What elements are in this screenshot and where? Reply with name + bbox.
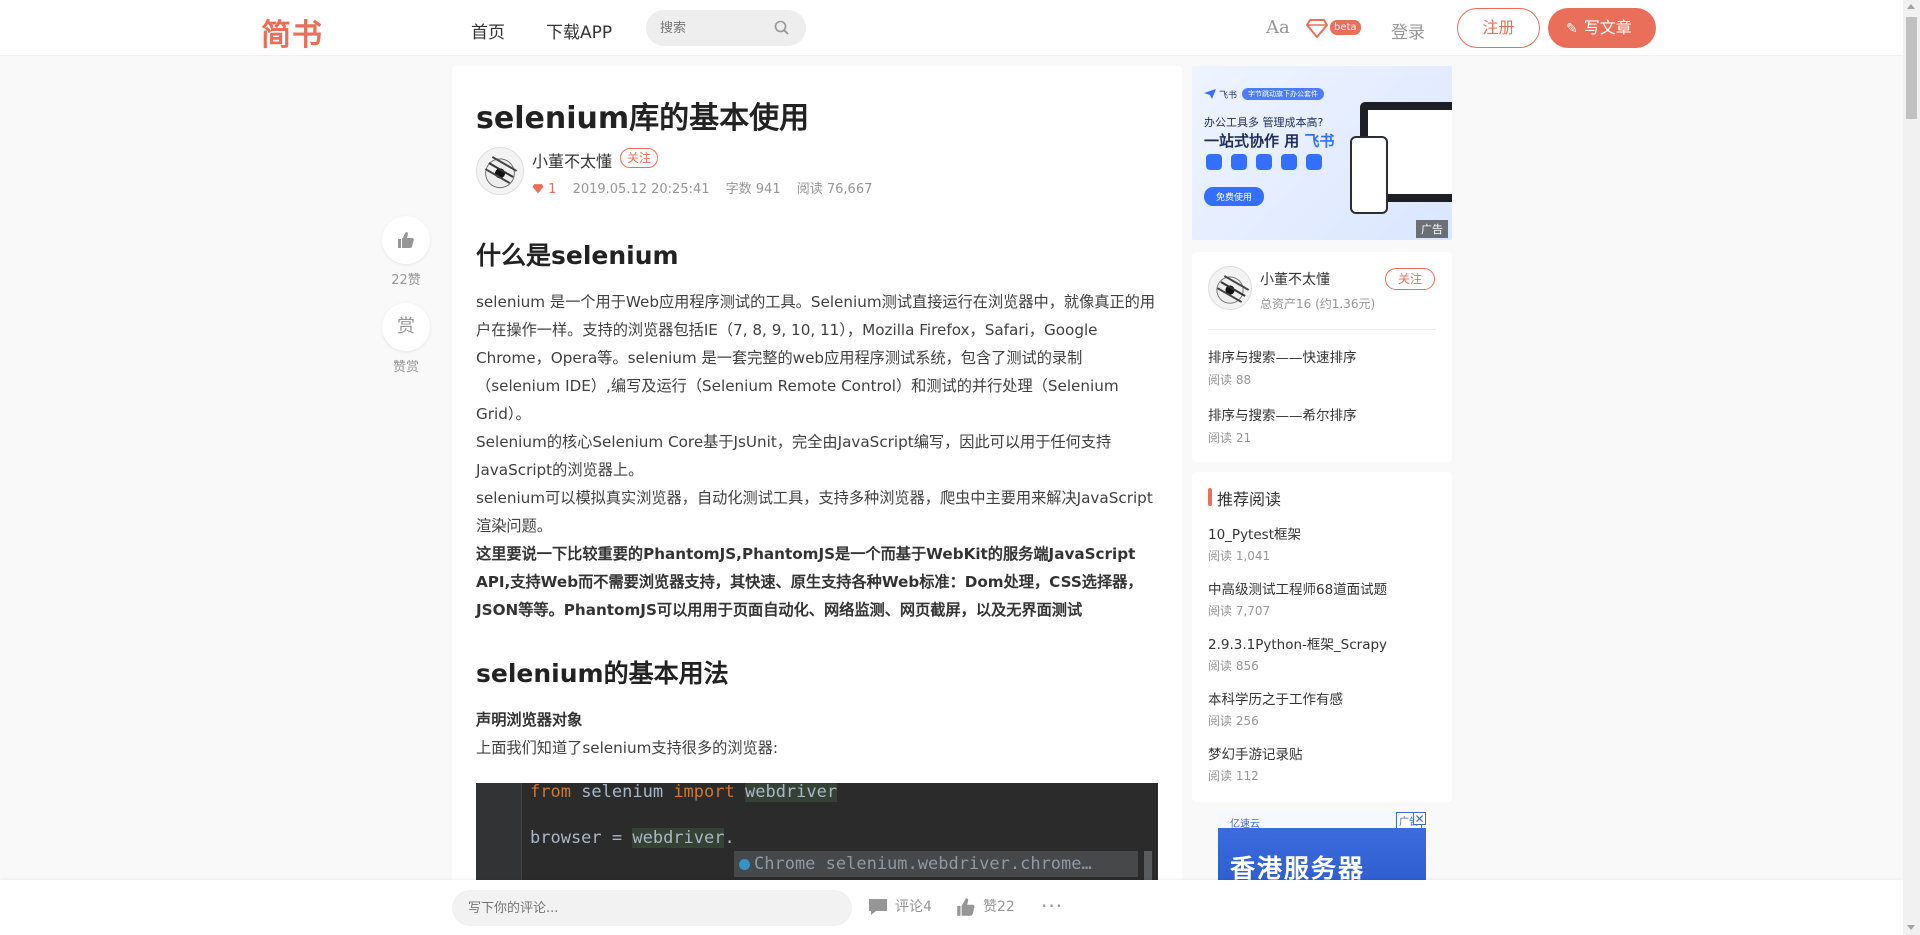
- code-line-import: from selenium import webdriver: [530, 783, 838, 802]
- ad-phone-image: [1350, 136, 1388, 214]
- recommended-item-reads: 阅读 856: [1208, 659, 1259, 673]
- nav-home[interactable]: 首页: [471, 18, 505, 43]
- feishu-ad[interactable]: 飞书 字节跳动旗下办公套件 办公工具多 管理成本高? 一站式协作 用 飞书 免费…: [1192, 66, 1452, 240]
- divider: [1208, 329, 1436, 330]
- page-scrollbar[interactable]: [1903, 0, 1920, 935]
- register-button[interactable]: 注册: [1457, 8, 1540, 48]
- author-card-follow-button[interactable]: 关注: [1385, 268, 1435, 290]
- recommended-item-reads: 阅读 256: [1208, 714, 1259, 728]
- author-avatar[interactable]: [476, 147, 524, 195]
- bottom-like-button[interactable]: 赞22: [955, 896, 1015, 918]
- ad-brand: 亿速云: [1230, 819, 1260, 830]
- paragraph: Selenium的核心Selenium Core基于JsUnit，完全由Java…: [476, 433, 1112, 479]
- font-size-toggle[interactable]: Aa: [1266, 17, 1290, 38]
- more-icon[interactable]: ···: [1041, 894, 1063, 918]
- paragraph: selenium可以模拟真实浏览器，自动化测试工具，支持多种浏览器，爬虫中主要用…: [476, 489, 1153, 535]
- scroll-up-icon[interactable]: [1907, 4, 1915, 9]
- subheading-declare-browser: 声明浏览器对象: [476, 711, 583, 729]
- ad-brand: 飞书: [1204, 88, 1237, 101]
- search-box: [646, 10, 806, 46]
- thumbs-up-icon: [398, 232, 414, 248]
- author-assets: 总资产16 (约1.36元): [1260, 297, 1376, 311]
- author-post-link[interactable]: 排序与搜索——快速排序: [1208, 346, 1357, 366]
- scrollbar-thumb[interactable]: [1906, 17, 1917, 119]
- nav-download-app[interactable]: 下载APP: [546, 18, 612, 43]
- search-icon[interactable]: [772, 18, 792, 38]
- jianshu-logo[interactable]: 简书: [261, 10, 323, 54]
- ad-tag: 广告: [1416, 220, 1448, 238]
- search-input[interactable]: [660, 18, 770, 38]
- author-avatar[interactable]: [1208, 266, 1252, 310]
- scroll-down-icon[interactable]: [1907, 925, 1915, 930]
- ad-feature-icons: [1206, 154, 1331, 174]
- paragraph: 上面我们知道了selenium支持很多的浏览器:: [476, 739, 779, 757]
- login-link[interactable]: 登录: [1391, 18, 1425, 43]
- write-article-button[interactable]: ✎ 写文章: [1548, 8, 1656, 48]
- recommended-reading: 推荐阅读 10_Pytest框架 阅读 1,041 中高级测试工程师68道面试题…: [1192, 472, 1452, 802]
- like-count: 22赞: [391, 273, 421, 288]
- code-line-browser: browser = webdriver.: [530, 828, 735, 848]
- paragraph: selenium 是一个用于Web应用程序测试的工具。Selenium测试直接运…: [476, 293, 1156, 423]
- author-name[interactable]: 小董不太懂: [532, 148, 612, 172]
- ad-pill: 字节跳动旗下办公套件: [1242, 88, 1324, 100]
- code-gutter: [476, 783, 522, 886]
- follow-button[interactable]: 关注: [620, 148, 659, 168]
- article-title: selenium库的基本使用: [476, 101, 810, 136]
- ad-line1: 办公工具多 管理成本高?: [1204, 116, 1324, 129]
- reward-icon: 赏: [397, 316, 415, 337]
- diamond-beta-link[interactable]: beta: [1306, 18, 1362, 40]
- recommended-item-reads: 阅读 112: [1208, 769, 1259, 783]
- author-post-reads: 阅读 21: [1208, 431, 1252, 445]
- recommended-item[interactable]: 梦幻手游记录贴: [1208, 743, 1303, 763]
- ad-free-use-button[interactable]: 免费使用: [1204, 187, 1265, 206]
- reward-button[interactable]: 赏: [382, 303, 430, 351]
- write-article-label: 写文章: [1583, 18, 1632, 37]
- comment-icon: [869, 899, 887, 915]
- diamond-icon: [532, 184, 544, 194]
- top-navbar: 简书 首页 下载APP Aa beta 登录 注册 ✎ 写文章: [0, 0, 1903, 56]
- recommended-item-reads: 阅读 7,707: [1208, 604, 1271, 618]
- paper-plane-icon: [1204, 89, 1216, 99]
- recommended-item[interactable]: 10_Pytest框架: [1208, 523, 1301, 543]
- paragraph-bold: 这里要说一下比较重要的PhantomJS,PhantomJS是一个而基于WebK…: [476, 545, 1143, 619]
- author-card: 小董不太懂 总资产16 (约1.36元) 关注 排序与搜索——快速排序 阅读 8…: [1192, 252, 1452, 462]
- author-card-name[interactable]: 小董不太懂: [1260, 269, 1330, 289]
- gem-count: 1: [548, 182, 557, 197]
- publish-date: 2019.05.12 20:25:41: [572, 182, 710, 197]
- hk-server-ad[interactable]: 亿速云 香港服务器 广告 ✕: [1218, 811, 1426, 881]
- ad-headline: 香港服务器: [1230, 854, 1366, 881]
- code-screenshot: from selenium import webdriver browser =…: [476, 783, 1158, 886]
- recommended-item[interactable]: 2.9.3.1Python-框架_Scrapy: [1208, 633, 1387, 653]
- article-card: selenium库的基本使用 小董不太懂 关注 1 2019.05.12 20:…: [452, 66, 1182, 886]
- pen-icon: ✎: [1566, 21, 1578, 37]
- author-post-reads: 阅读 88: [1208, 373, 1252, 387]
- recommended-item[interactable]: 中高级测试工程师68道面试题: [1208, 578, 1387, 598]
- autocomplete-suggestion: Chrome selenium.webdriver.chrome…: [734, 851, 1138, 877]
- bottom-action-bar: 评论4 赞22 ···: [0, 880, 1903, 935]
- ad-line2: 一站式协作 用 飞书: [1204, 132, 1335, 150]
- word-count: 字数 941: [725, 182, 781, 197]
- read-count: 阅读 76,667: [796, 182, 873, 197]
- like-button[interactable]: [382, 216, 430, 264]
- recommended-heading: 推荐阅读: [1208, 486, 1281, 510]
- recommended-item[interactable]: 本科学历之于工作有感: [1208, 688, 1343, 708]
- comment-input[interactable]: [452, 890, 852, 926]
- recommended-item-reads: 阅读 1,041: [1208, 549, 1271, 563]
- comments-button[interactable]: 评论4: [867, 896, 932, 917]
- article-meta: 1 2019.05.12 20:25:41 字数 941 阅读 76,667: [532, 178, 884, 197]
- beta-badge: beta: [1330, 20, 1361, 35]
- section-heading-what-is: 什么是selenium: [476, 241, 679, 270]
- diamond-icon: [1306, 19, 1328, 38]
- section-heading-basic-usage: selenium的基本用法: [476, 659, 729, 688]
- reward-label: 赞赏: [392, 360, 419, 375]
- thumbs-up-icon: [957, 898, 975, 916]
- close-icon[interactable]: ✕: [1413, 812, 1426, 825]
- author-post-link[interactable]: 排序与搜索——希尔排序: [1208, 404, 1357, 424]
